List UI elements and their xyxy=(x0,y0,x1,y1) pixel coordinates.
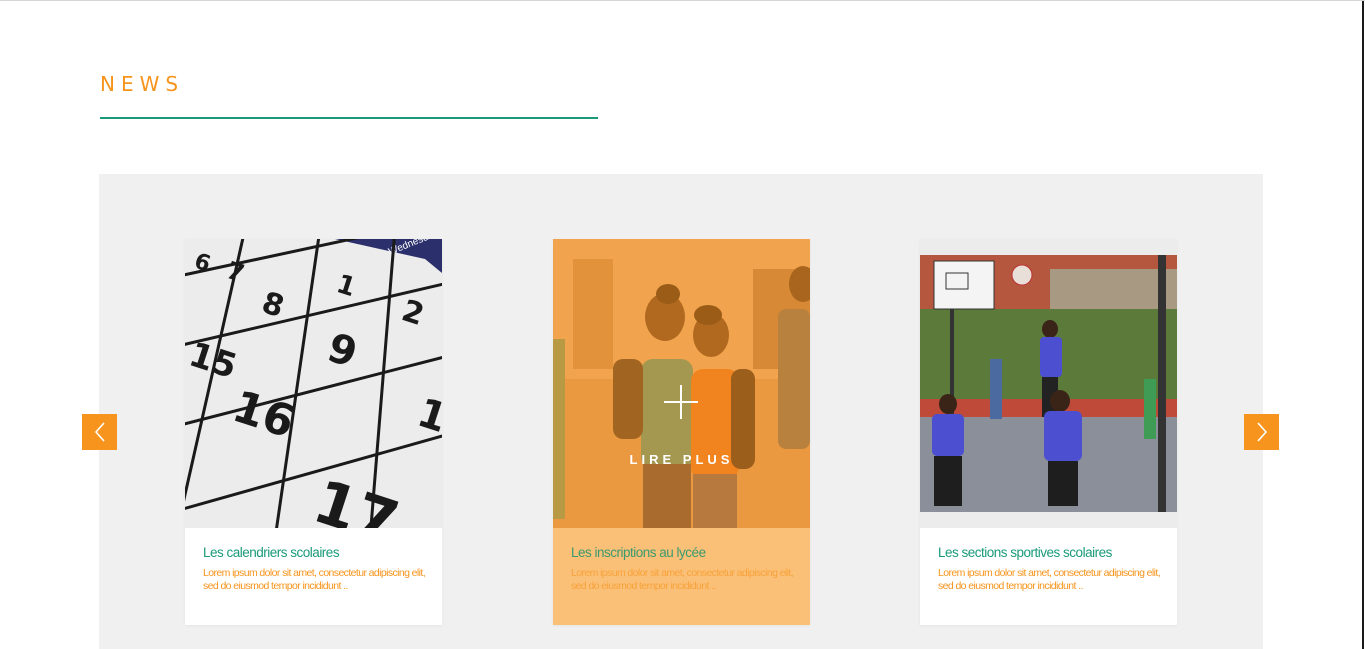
carousel-prev-button[interactable] xyxy=(82,414,117,450)
page: NEWS Wednesday 6 7 8 1 2 15 16 9 1 17 Le… xyxy=(0,0,1365,649)
card-body: Les sections sportives scolaires Lorem i… xyxy=(920,528,1177,625)
carousel-next-button[interactable] xyxy=(1244,414,1279,450)
card-title[interactable]: Les sections sportives scolaires xyxy=(938,545,1112,560)
calendar-photo: Wednesday 6 7 8 1 2 15 16 9 1 17 xyxy=(185,239,442,528)
card-body: Les calendriers scolaires Lorem ipsum do… xyxy=(185,528,442,625)
title-underline xyxy=(100,117,598,119)
news-card-calendriers[interactable]: Wednesday 6 7 8 1 2 15 16 9 1 17 Les cal… xyxy=(185,239,442,625)
card-title[interactable]: Les inscriptions au lycée xyxy=(571,545,706,560)
card-title[interactable]: Les calendriers scolaires xyxy=(203,545,340,560)
card-excerpt: Lorem ipsum dolor sit amet, consectetur … xyxy=(571,567,794,592)
basketball-photo xyxy=(920,239,1177,528)
window-edge xyxy=(1362,1,1364,649)
read-more-link[interactable]: LIRE PLUS xyxy=(553,452,810,467)
hover-overlay xyxy=(553,239,810,528)
plus-icon[interactable] xyxy=(664,385,698,419)
students-photo: LIRE PLUS xyxy=(553,239,810,528)
section-title: NEWS xyxy=(100,72,185,96)
card-excerpt: Lorem ipsum dolor sit amet, consectetur … xyxy=(938,567,1161,592)
news-card-sections-sportives[interactable]: Les sections sportives scolaires Lorem i… xyxy=(920,239,1177,625)
news-card-inscriptions[interactable]: LIRE PLUS Les inscriptions au lycée Lore… xyxy=(553,239,810,625)
chevron-left-icon xyxy=(94,422,105,442)
card-excerpt: Lorem ipsum dolor sit amet, consectetur … xyxy=(203,567,426,592)
chevron-right-icon xyxy=(1256,422,1267,442)
card-body: Les inscriptions au lycée Lorem ipsum do… xyxy=(553,528,810,625)
